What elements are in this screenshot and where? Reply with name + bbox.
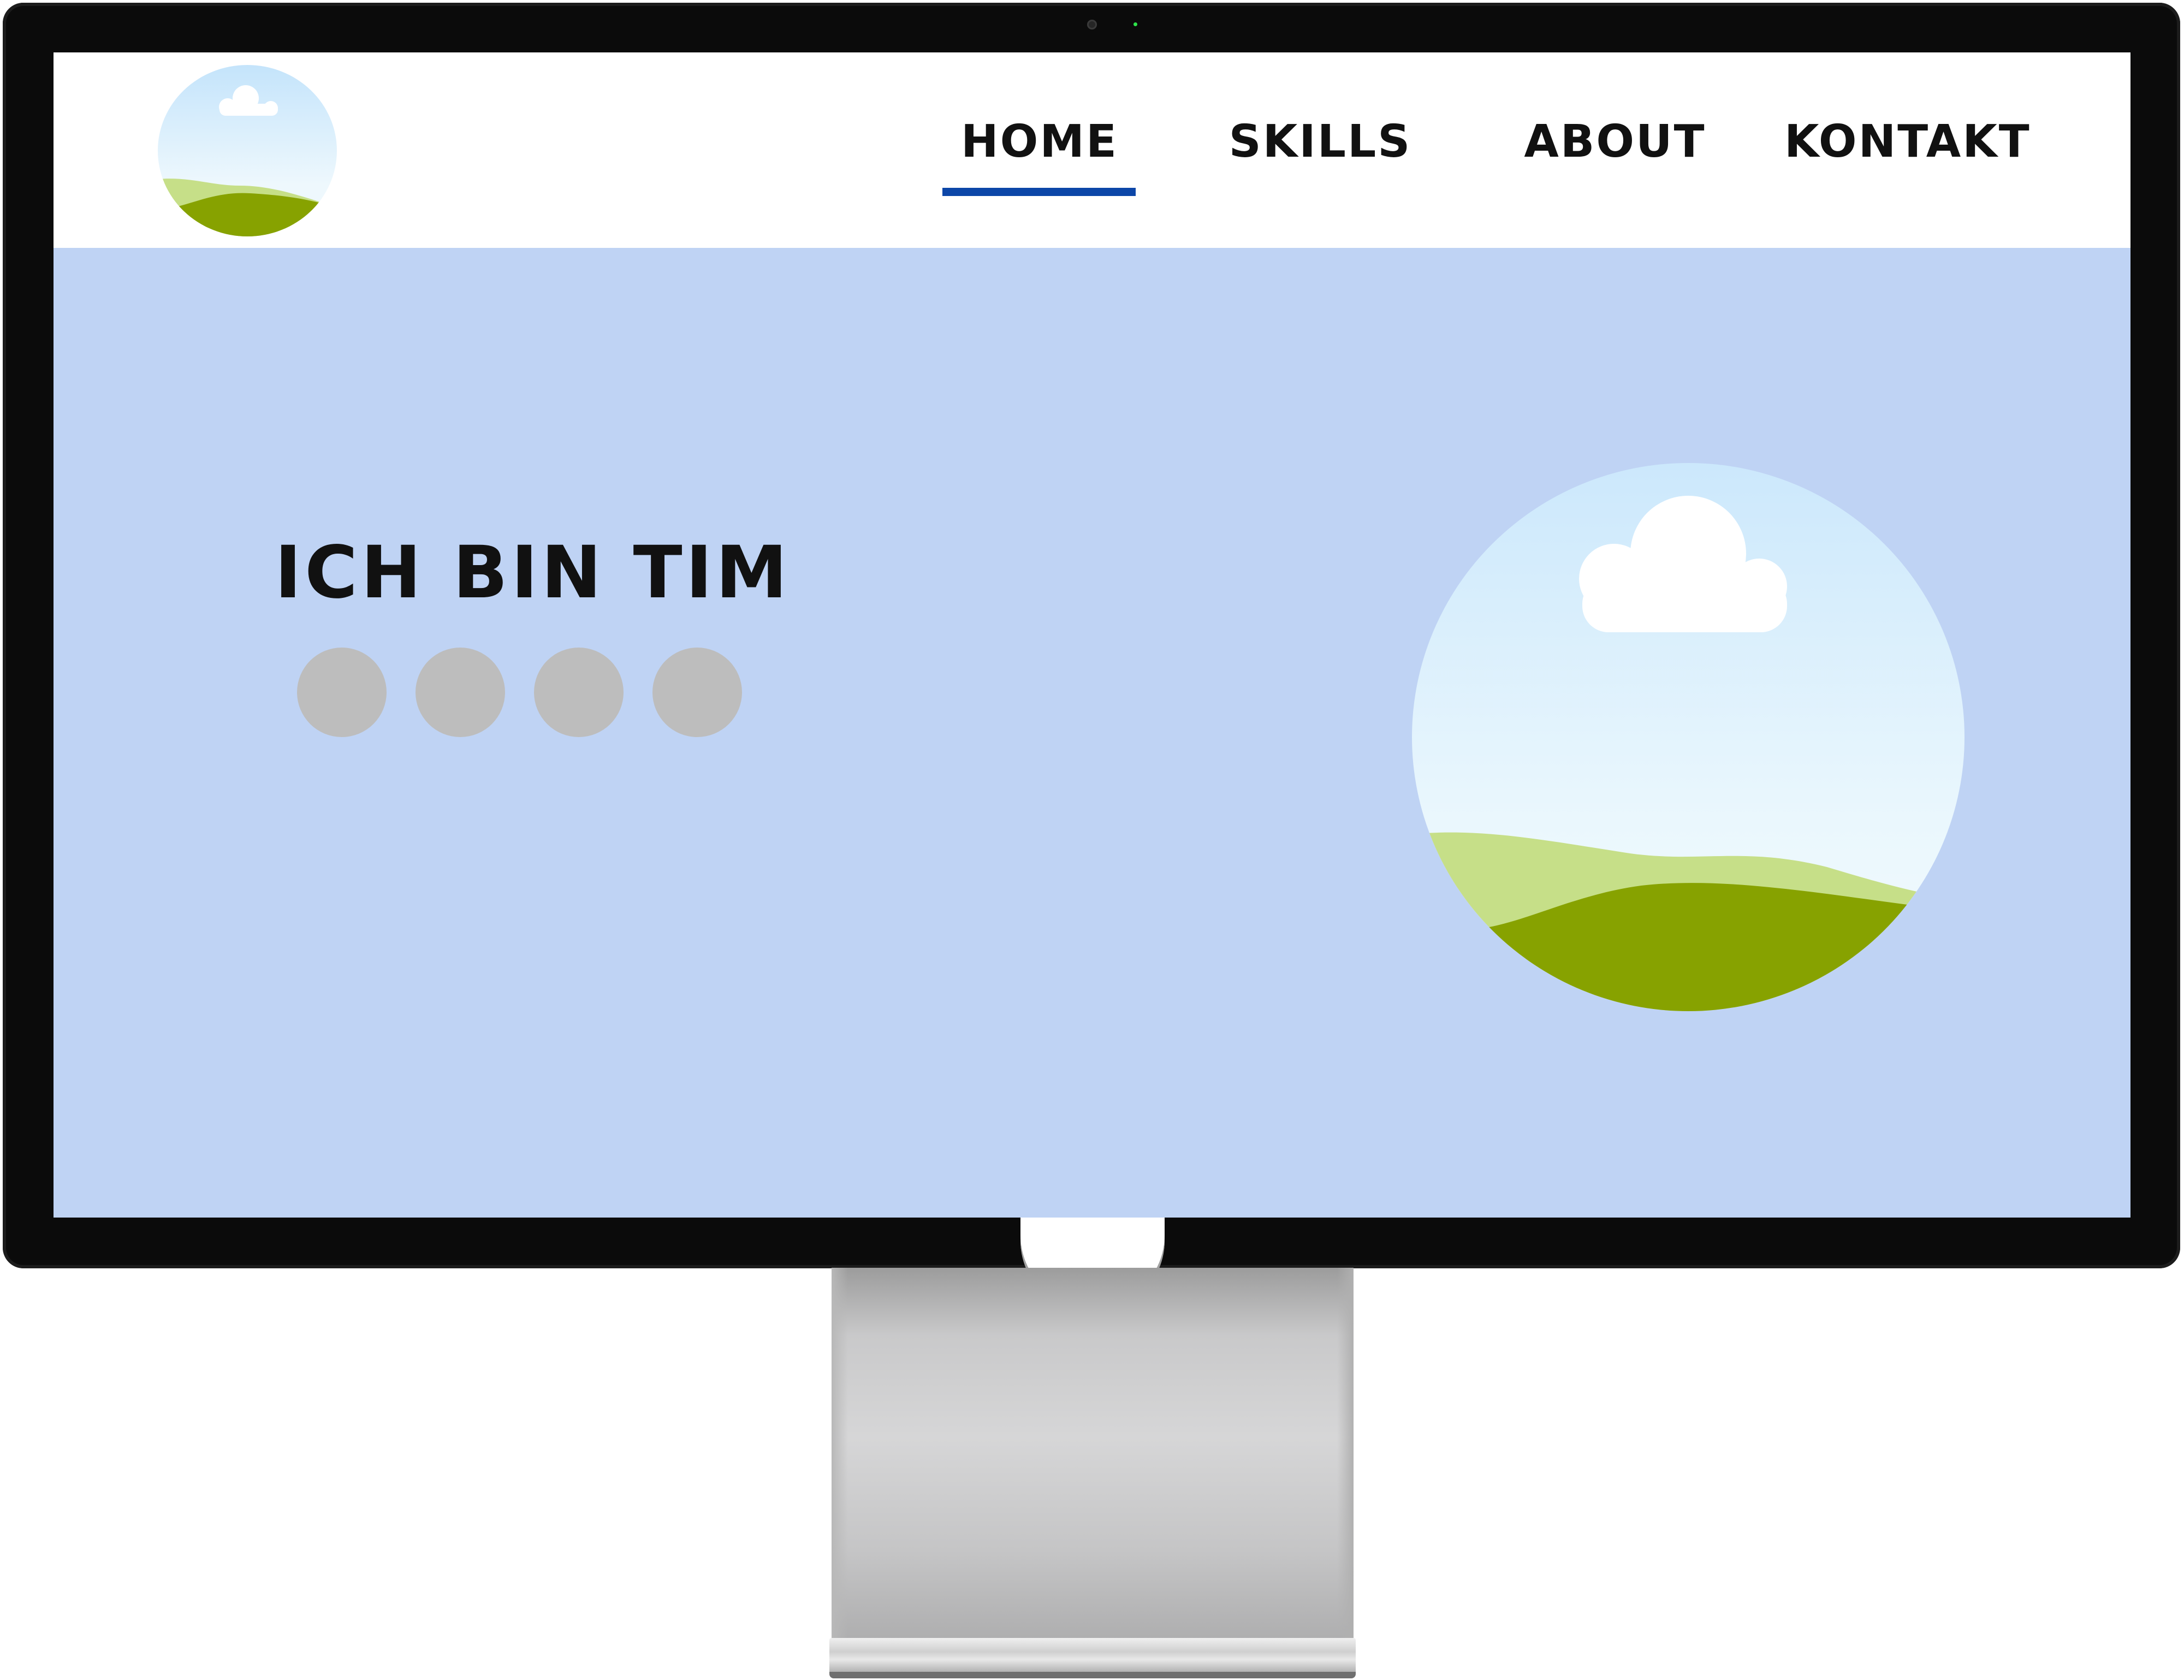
nav-about-link[interactable]: ABOUT [1522,116,1708,181]
monitor-stand [832,1268,1354,1645]
monitor-stand-base-edge [829,1672,1356,1678]
social-placeholder-icon[interactable] [416,648,505,737]
site-header: HOME SKILLS ABOUT KONTAKT [54,52,2130,248]
hero-title: ICH BIN TIM [275,531,791,615]
nav-skills-link[interactable]: SKILLS [1227,116,1413,181]
camera-indicator-light [1133,22,1137,26]
logo-landscape-icon[interactable] [157,64,337,237]
hero-landscape-illustration [1412,463,1965,1011]
social-placeholder-icon[interactable] [652,648,742,737]
webcam-icon [1087,20,1097,29]
nav-kontakt-link[interactable]: KONTAKT [1784,116,2029,181]
nav-active-indicator [942,188,1136,196]
website-screen: HOME SKILLS ABOUT KONTAKT ICH BIN TIM [54,52,2130,1218]
nav-home-link[interactable]: HOME [941,116,1138,181]
social-placeholder-icon[interactable] [297,648,387,737]
social-placeholder-icon[interactable] [534,648,624,737]
